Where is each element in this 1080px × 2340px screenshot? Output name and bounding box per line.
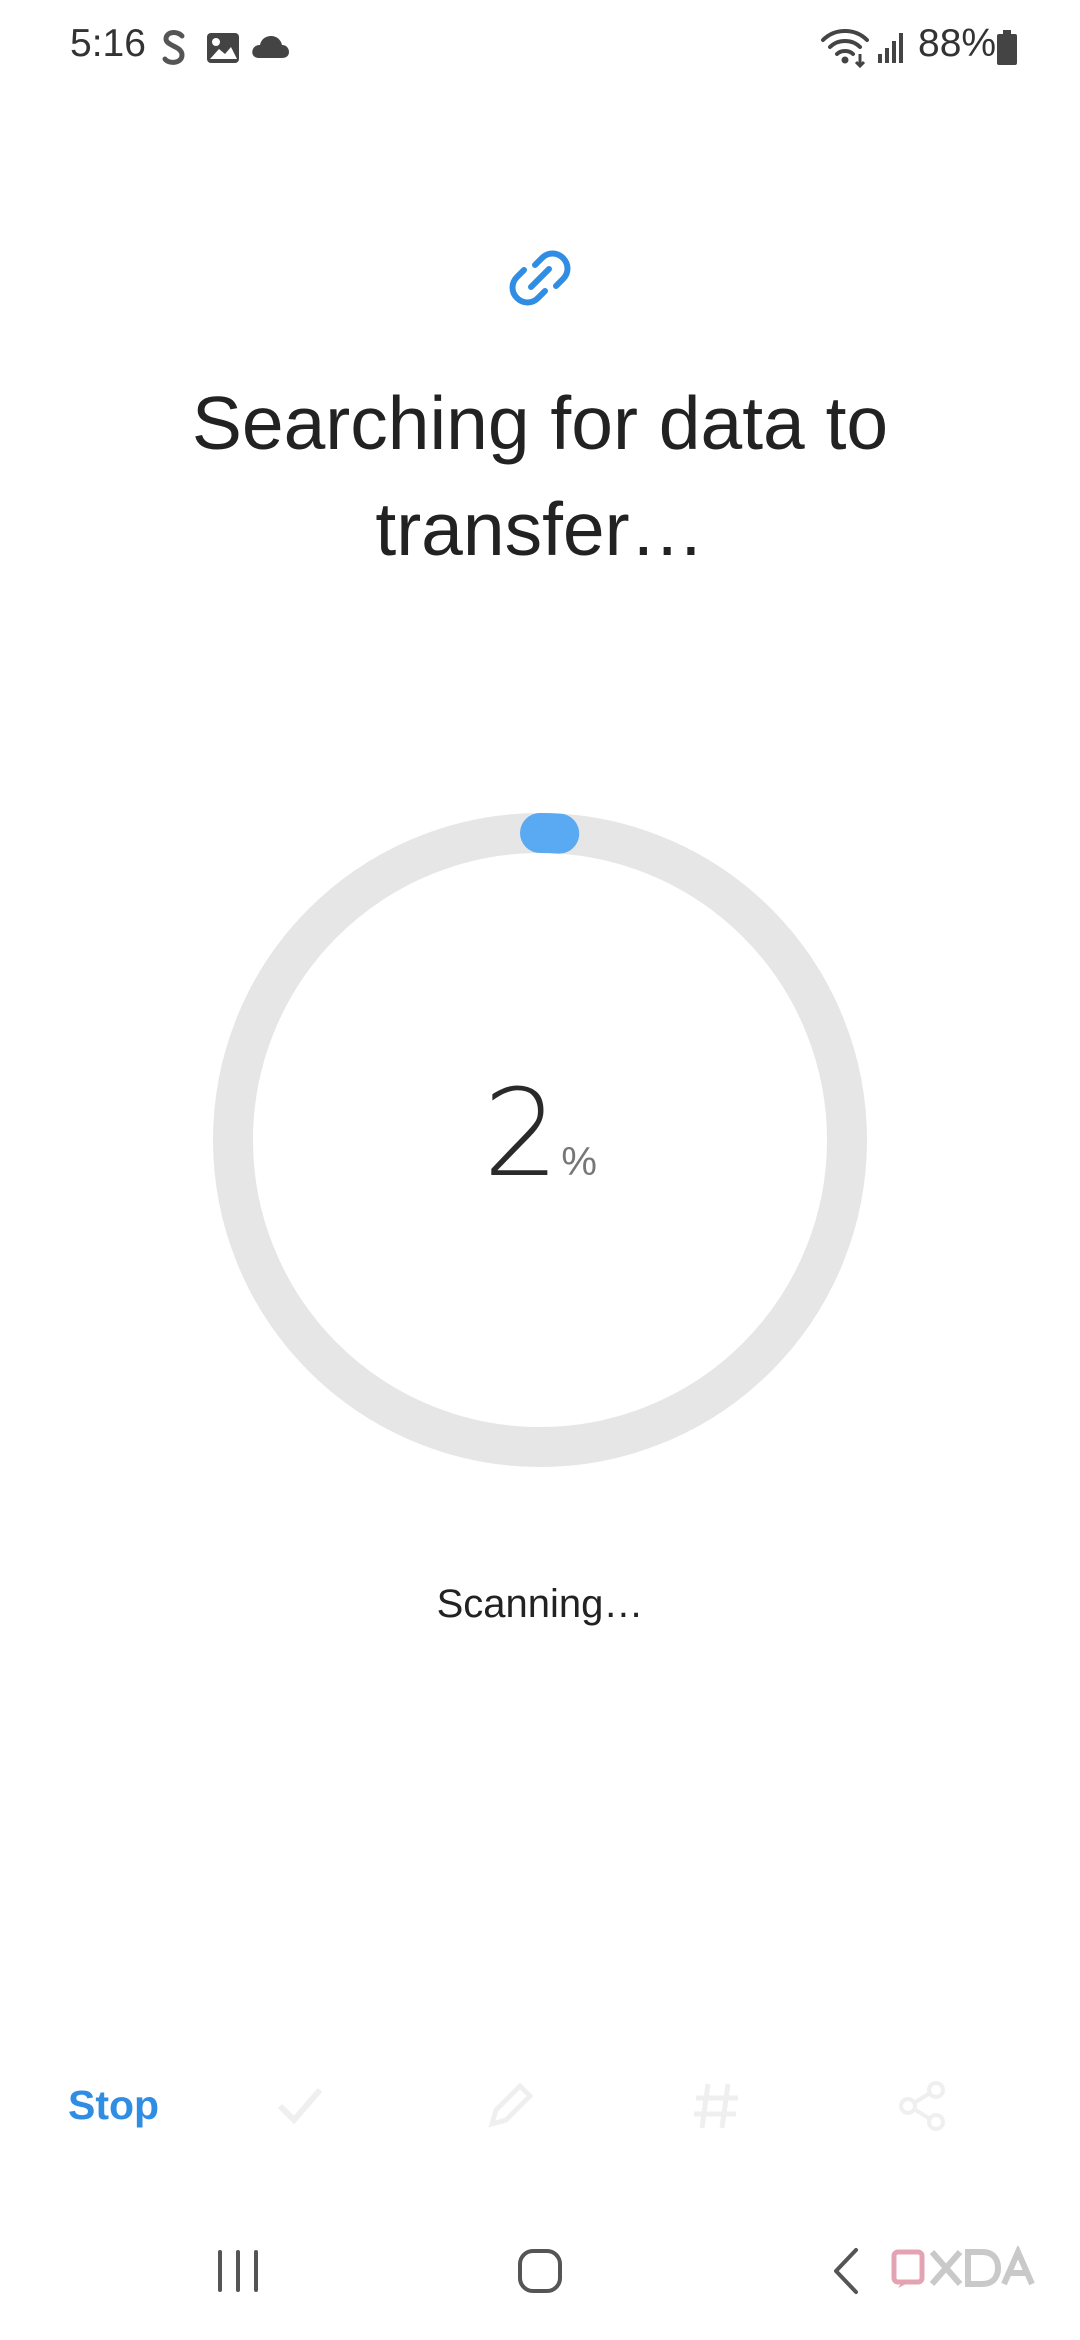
battery-icon <box>997 30 1017 65</box>
battery-percentage: 88% <box>918 22 997 65</box>
s-app-icon <box>162 30 185 65</box>
share-icon <box>899 2081 945 2131</box>
progress-number: 2 <box>483 1065 559 1204</box>
xda-watermark-logo <box>891 2246 1035 2288</box>
progress-value: 2% <box>210 1075 870 1195</box>
status-bar: 5:16 88% <box>0 0 1080 96</box>
hashtag-icon <box>694 2083 738 2129</box>
page-title: Searching for data to transfer… <box>191 381 889 571</box>
screen: 5:16 88% Searching for data to transfer…… <box>0 0 1080 2340</box>
stop-button[interactable]: Stop <box>68 2082 159 2129</box>
gallery-icon <box>207 33 239 63</box>
link-icon <box>509 250 571 306</box>
recents-button[interactable] <box>212 2246 264 2296</box>
wifi-icon <box>821 29 869 68</box>
signal-icon <box>878 33 903 63</box>
scan-status-text: Scanning… <box>436 1582 644 1626</box>
home-button[interactable] <box>515 2246 565 2296</box>
select-icon <box>277 2088 323 2125</box>
back-button[interactable] <box>826 2244 866 2298</box>
edit-icon <box>488 2082 534 2128</box>
status-time: 5:16 <box>70 22 146 65</box>
progress-unit: % <box>561 1140 597 1184</box>
cloud-icon <box>252 36 289 58</box>
